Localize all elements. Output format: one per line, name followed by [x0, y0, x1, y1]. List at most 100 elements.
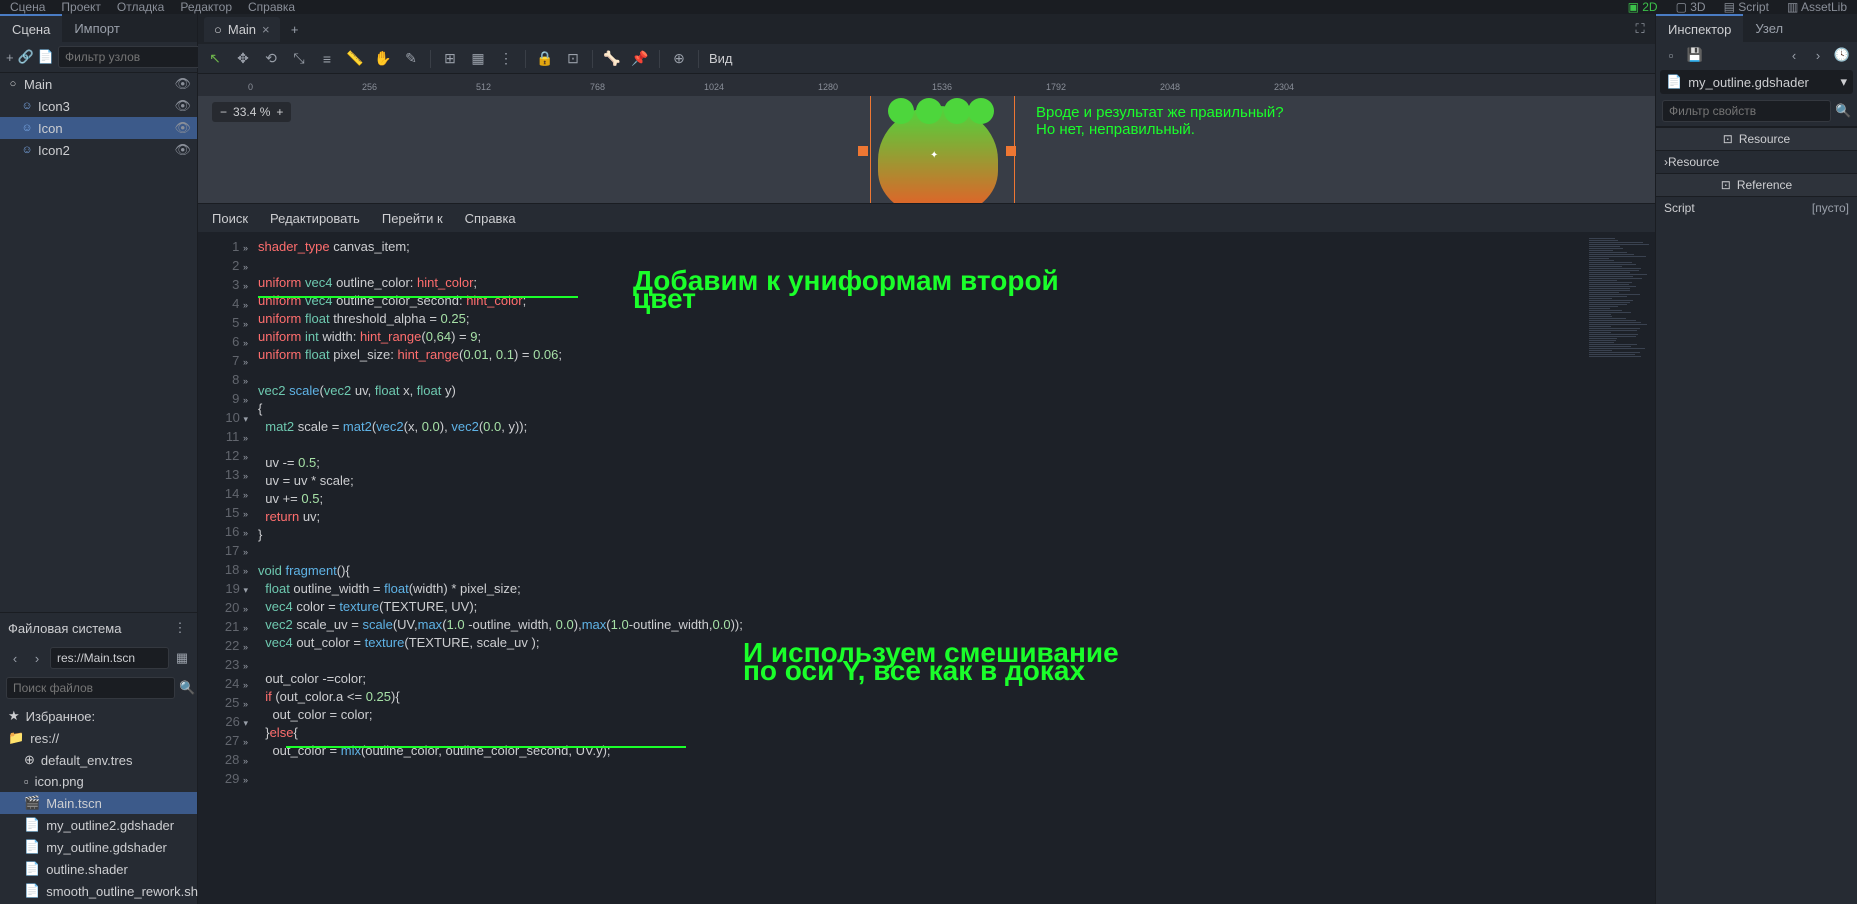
- line-gutter: 1 »2 »3 »4 »5 »6 »7 »8 »9 »10 ▾11 »12 »1…: [198, 232, 258, 904]
- highlight-underline: [258, 296, 578, 298]
- fs-file[interactable]: 📄 my_outline.gdshader: [0, 836, 197, 858]
- chevron-down-icon[interactable]: ▾: [1840, 74, 1847, 90]
- menu-scene[interactable]: Сцена: [10, 0, 45, 14]
- add-tab-icon[interactable]: +: [286, 20, 304, 38]
- resource-name[interactable]: 📄 my_outline.gdshader ▾: [1660, 70, 1853, 94]
- fs-file[interactable]: ⊕ default_env.tres: [0, 749, 197, 771]
- menu-project[interactable]: Проект: [61, 0, 101, 14]
- menu-editor[interactable]: Редактор: [180, 0, 232, 14]
- sprite-preview[interactable]: ✦: [878, 106, 998, 204]
- highlight-underline: [286, 746, 686, 748]
- code-help[interactable]: Справка: [465, 211, 516, 226]
- rotate-tool-icon[interactable]: ⟲: [262, 50, 280, 68]
- fs-file[interactable]: 📄 smooth_outline_rework.sh: [0, 880, 197, 902]
- fwd-icon[interactable]: ›: [1809, 46, 1827, 64]
- fs-file[interactable]: ▫ icon.png: [0, 771, 197, 792]
- editor-tab-label: Main: [228, 22, 256, 37]
- move-tool-icon[interactable]: ✥: [234, 50, 252, 68]
- pan-tool-icon[interactable]: ✋: [374, 50, 392, 68]
- pin-icon[interactable]: 📌: [631, 50, 649, 68]
- fs-title: Файловая система: [8, 621, 121, 636]
- snap-opts-icon[interactable]: ⋮: [497, 50, 515, 68]
- group-icon[interactable]: ⊡: [564, 50, 582, 68]
- editor-tab-main[interactable]: ○ Main ×: [204, 17, 280, 42]
- anchor-icon[interactable]: ⊕: [670, 50, 688, 68]
- workspace-assetlib[interactable]: ▥ AssetLib: [1787, 0, 1847, 14]
- add-node-icon[interactable]: +: [6, 48, 14, 66]
- section-reference[interactable]: ⊡ Reference: [1656, 173, 1857, 197]
- code-edit[interactable]: Редактировать: [270, 211, 360, 226]
- dots-icon[interactable]: ⋮: [171, 619, 189, 637]
- save-icon[interactable]: 💾: [1686, 46, 1704, 64]
- tree-item-label: Icon2: [38, 143, 70, 158]
- tree-item[interactable]: ☺ Icon2 👁: [0, 139, 197, 161]
- fs-favorites[interactable]: ★ Избранное:: [0, 705, 197, 727]
- link-icon[interactable]: 🔗: [18, 48, 34, 66]
- tree-root-label: Main: [24, 77, 52, 92]
- scale-tool-icon[interactable]: ⤡: [290, 50, 308, 68]
- tree-item[interactable]: ☺ Icon 👁: [0, 117, 197, 139]
- prop-resource[interactable]: › Resource: [1656, 151, 1857, 173]
- tab-inspector[interactable]: Инспектор: [1656, 14, 1743, 43]
- search-icon[interactable]: 🔍: [179, 679, 195, 697]
- back-icon[interactable]: ‹: [6, 649, 24, 667]
- lock-icon[interactable]: 🔒: [536, 50, 554, 68]
- list-tool-icon[interactable]: ≡: [318, 50, 336, 68]
- bone-icon[interactable]: 🦴: [603, 50, 621, 68]
- eye-icon[interactable]: 👁: [174, 98, 191, 114]
- fs-file[interactable]: 📄 outline.shader: [0, 858, 197, 880]
- tab-import[interactable]: Импорт: [62, 15, 131, 42]
- tab-node[interactable]: Узел: [1743, 15, 1795, 42]
- snap-icon[interactable]: ⊞: [441, 50, 459, 68]
- select-tool-icon[interactable]: ↖: [206, 50, 224, 68]
- code-editor[interactable]: Добавим к униформам второй цвет И исполь…: [258, 232, 1585, 904]
- tree-root[interactable]: ○ Main 👁: [0, 73, 197, 95]
- grid-icon[interactable]: ▦: [173, 649, 191, 667]
- eye-icon[interactable]: 👁: [174, 120, 191, 136]
- snap2-icon[interactable]: ▦: [469, 50, 487, 68]
- ruler-tool-icon[interactable]: 📏: [346, 50, 364, 68]
- eye-icon[interactable]: 👁: [174, 142, 191, 158]
- history-icon[interactable]: 🕓: [1833, 46, 1851, 64]
- code-goto[interactable]: Перейти к: [382, 211, 443, 226]
- file-icon[interactable]: ▫: [1662, 46, 1680, 64]
- guide-left: [870, 96, 871, 203]
- minimap[interactable]: [1585, 232, 1655, 904]
- workspace-script[interactable]: ▤ Script: [1724, 0, 1769, 14]
- fs-path[interactable]: res://Main.tscn: [50, 647, 169, 669]
- search-icon[interactable]: 🔍: [1835, 102, 1851, 120]
- tab-scene[interactable]: Сцена: [0, 14, 62, 43]
- scene-icon: ○: [214, 22, 222, 37]
- zoom-control[interactable]: − 33.4 % +: [212, 102, 291, 122]
- menu-debug[interactable]: Отладка: [117, 0, 164, 14]
- menu-help[interactable]: Справка: [248, 0, 295, 14]
- ruler: 0256512768102412801536179220482304: [198, 74, 1655, 96]
- property-filter-input[interactable]: [1662, 100, 1831, 122]
- fs-search-input[interactable]: [6, 677, 175, 699]
- eye-icon[interactable]: 👁: [174, 76, 191, 92]
- tree-item[interactable]: ☺ Icon3 👁: [0, 95, 197, 117]
- fwd-icon[interactable]: ›: [28, 649, 46, 667]
- workspace-2d[interactable]: ▣ 2D: [1628, 0, 1658, 14]
- code-search[interactable]: Поиск: [212, 211, 248, 226]
- expand-icon[interactable]: ⛶: [1631, 20, 1649, 38]
- tree-item-label: Icon: [38, 121, 63, 136]
- edit-tool-icon[interactable]: ✎: [402, 50, 420, 68]
- resource-label: my_outline.gdshader: [1688, 75, 1809, 90]
- handle-left[interactable]: [858, 146, 868, 156]
- view-menu[interactable]: Вид: [709, 51, 733, 66]
- zoom-out-icon[interactable]: −: [220, 105, 227, 119]
- annotation: И используем смешивание по оси Y, все ка…: [743, 644, 1119, 680]
- handle-right[interactable]: [1006, 146, 1016, 156]
- sprite-icon: ☺: [20, 121, 34, 135]
- zoom-in-icon[interactable]: +: [276, 105, 283, 119]
- close-icon[interactable]: ×: [262, 22, 270, 37]
- fs-file[interactable]: 🎬 Main.tscn: [0, 792, 197, 814]
- back-icon[interactable]: ‹: [1785, 46, 1803, 64]
- workspace-3d[interactable]: ▢ 3D: [1676, 0, 1706, 14]
- section-resource[interactable]: ⊡ Resource: [1656, 127, 1857, 151]
- prop-script[interactable]: Script [пусто]: [1656, 197, 1857, 219]
- script-icon[interactable]: 📄: [38, 48, 54, 66]
- fs-file[interactable]: 📄 my_outline2.gdshader: [0, 814, 197, 836]
- fs-root[interactable]: 📁 res://: [0, 727, 197, 749]
